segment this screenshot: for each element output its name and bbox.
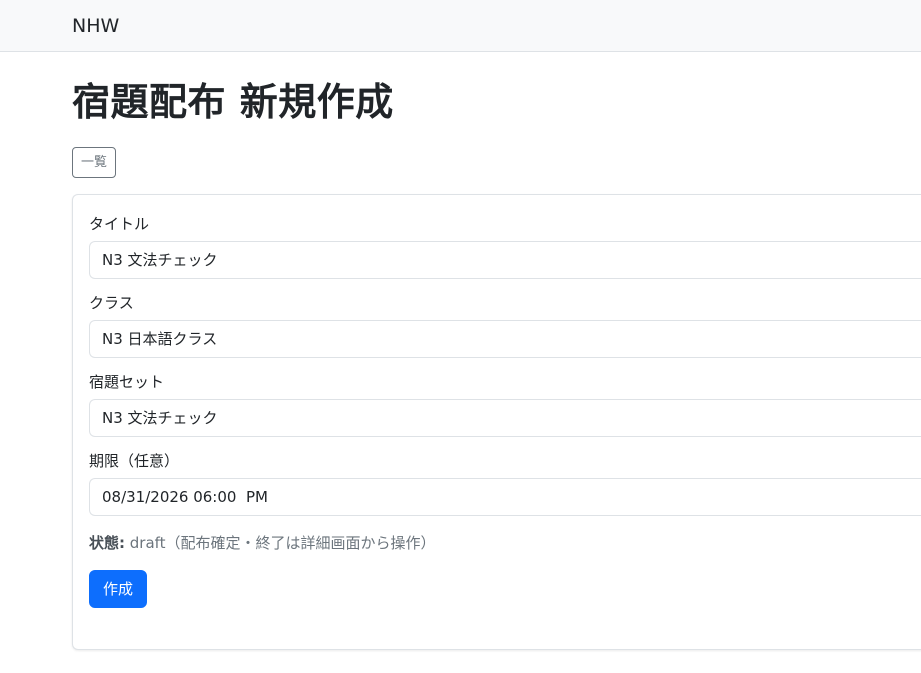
deadline-field-group: 期限（任意）: [89, 449, 921, 516]
class-select[interactable]: N3 日本語クラス: [89, 319, 921, 358]
status-text: draft（配布確定・終了は詳細画面から操作）: [125, 533, 436, 552]
deadline-label: 期限（任意）: [89, 451, 180, 470]
class-label: クラス: [89, 293, 134, 312]
status-label: 状態:: [89, 533, 125, 552]
top-navbar: NHW: [0, 0, 921, 52]
deadline-input[interactable]: [89, 477, 921, 516]
page-title: 宿題配布 新規作成: [72, 80, 394, 124]
homework-set-field-group: 宿題セット N3 文法チェック: [89, 370, 921, 437]
homework-set-select[interactable]: N3 文法チェック: [89, 398, 921, 437]
create-button[interactable]: 作成: [89, 569, 148, 608]
assignment-form: タイトル クラス N3 日本語クラス 宿題セット N3 文法チェック 期限（任意…: [89, 212, 921, 608]
title-field-group: タイトル: [89, 212, 921, 279]
homework-set-label: 宿題セット: [89, 372, 165, 391]
brand-link[interactable]: NHW: [72, 15, 119, 37]
main-content: 宿題配布 新規作成 一覧 タイトル クラス N3 日本語クラス 宿題セット N3…: [0, 80, 921, 650]
back-to-list-button[interactable]: 一覧: [72, 146, 117, 178]
title-input[interactable]: [89, 240, 921, 279]
form-card: タイトル クラス N3 日本語クラス 宿題セット N3 文法チェック 期限（任意…: [72, 193, 921, 650]
class-field-group: クラス N3 日本語クラス: [89, 291, 921, 358]
title-label: タイトル: [89, 214, 150, 233]
status-line: 状態: draft（配布確定・終了は詳細画面から操作）: [89, 533, 921, 553]
